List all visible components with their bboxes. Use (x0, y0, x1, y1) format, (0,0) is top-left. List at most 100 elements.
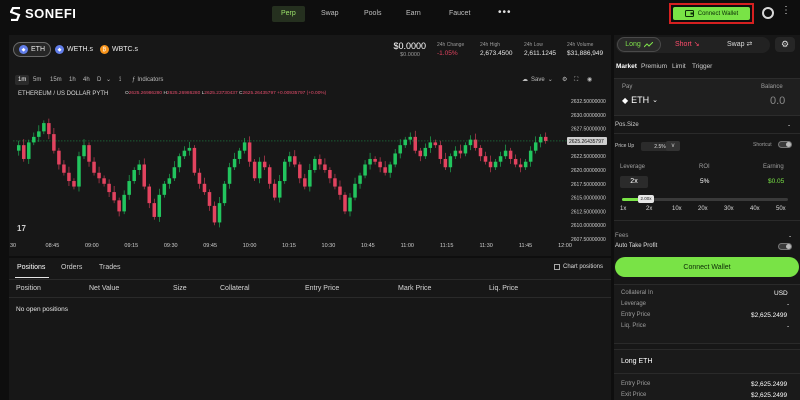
low-value: 2,611.1245 (524, 50, 557, 57)
candle-body (112, 192, 116, 201)
x-tick-label: 11:30 (479, 243, 492, 249)
order-type-market[interactable]: Market (616, 63, 637, 70)
candle-body (202, 183, 207, 193)
more-menu-icon[interactable]: ⋮ (781, 5, 791, 16)
asset-tab-eth[interactable]: ◆ ETH (13, 42, 51, 57)
asset-label: WBTC.s (112, 46, 139, 53)
current-price-sub: $0.0000 (400, 52, 420, 58)
slider-tick[interactable]: 1x (620, 206, 626, 212)
slider-tick[interactable]: 10x (672, 206, 682, 212)
x-tick-label: 11:00 (401, 243, 414, 249)
candle-body (187, 147, 192, 151)
candle-body (528, 150, 533, 162)
candle-body (513, 158, 518, 165)
trade-settings-button[interactable]: ⚙ (775, 37, 795, 52)
tradingview-logo-icon: 17 (17, 224, 26, 233)
theme-toggle-icon[interactable] (762, 7, 774, 19)
collateral-in-value[interactable]: USD (774, 290, 788, 297)
x-tick-label: 09:00 (85, 243, 99, 249)
auto-tp-toggle[interactable] (778, 243, 792, 250)
candle-body (403, 139, 407, 146)
candle-body (172, 167, 177, 179)
candle-body (72, 181, 76, 187)
mode-short-label: Short (675, 41, 692, 48)
tab-trades[interactable]: Trades (99, 264, 121, 274)
candle-body (237, 150, 242, 159)
candle-body (478, 147, 483, 157)
nav-more-button[interactable]: ••• (498, 7, 512, 18)
wbtc-icon: ₿ (100, 45, 109, 54)
order-type-limit[interactable]: Limit (672, 63, 686, 70)
info-leverage-value: - (787, 301, 790, 308)
earning-label: Earning (763, 164, 784, 170)
slider-tick[interactable]: 20x (698, 206, 708, 212)
token-selector[interactable]: ◆ ETH ⌄ (622, 95, 658, 105)
candle-body (378, 161, 382, 168)
price-up-value: 2.5% (654, 143, 666, 150)
order-type-premium[interactable]: Premium (641, 63, 667, 70)
long-exit-label: Exit Price (621, 392, 647, 398)
mode-short-button[interactable]: Short ↘ (675, 40, 700, 48)
pay-amount-input[interactable]: 0.0 (770, 95, 785, 107)
current-price-label: 2625.26435797 (569, 139, 604, 145)
candle-body (518, 164, 523, 168)
nav-tab-pools[interactable]: Pools (355, 6, 391, 22)
candle-body (523, 161, 528, 168)
candle-body (77, 156, 81, 187)
chart-positions-checkbox[interactable]: Chart positions (554, 264, 603, 270)
divider (614, 220, 800, 221)
candle-body (262, 161, 267, 168)
nav-tab-faucet[interactable]: Faucet (440, 6, 479, 22)
candle-body (37, 131, 41, 137)
candle-body (388, 164, 392, 173)
leverage-value-box[interactable]: 2x (620, 176, 648, 188)
candle-body (207, 192, 212, 206)
high-value: 2,673.4500 (480, 50, 513, 57)
price-chart[interactable]: 2632.50000000 2630.00000000 2627.50000000 2… (9, 84, 611, 254)
tab-orders[interactable]: Orders (61, 264, 82, 274)
candle-body (32, 136, 36, 143)
nav-tab-perp[interactable]: Perp (272, 6, 305, 22)
info-entry-value: $2,625.2499 (751, 312, 788, 319)
asset-tab-wbtc[interactable]: ₿ WBTC.s (95, 42, 143, 57)
gear-icon: ⚙ (780, 39, 790, 49)
price-up-dropdown-icon[interactable]: v (666, 141, 680, 151)
connect-wallet-main-button[interactable]: Connect Wallet (615, 257, 799, 277)
slider-tick[interactable]: 2x (646, 206, 652, 212)
long-title: Long ETH (621, 358, 653, 365)
candle-body (87, 145, 91, 162)
asset-label: ETH (31, 46, 45, 53)
tab-positions[interactable]: Positions (17, 264, 45, 274)
app-logo[interactable]: SONEFI (10, 6, 76, 21)
y-tick-label: 2617.50000000 (571, 182, 606, 188)
order-type-trigger[interactable]: Trigger (692, 63, 712, 70)
candle-body (212, 205, 217, 223)
divider (9, 279, 611, 280)
slider-tick[interactable]: 40x (750, 206, 760, 212)
asset-tab-weth[interactable]: ◆ WETH.s (50, 42, 98, 57)
mode-swap-label: Swap (727, 41, 745, 48)
mode-long-button[interactable]: Long (617, 37, 661, 52)
connect-wallet-button[interactable]: Connect Wallet (673, 7, 750, 20)
change-value: -1.05% (437, 50, 458, 57)
candle-body (543, 136, 548, 141)
candle-body (127, 181, 131, 195)
checkbox-box (554, 264, 560, 270)
mode-swap-button[interactable]: Swap ⇄ (727, 40, 752, 48)
nav-tab-earn[interactable]: Earn (397, 6, 430, 22)
candle-body (132, 170, 136, 182)
y-tick-label: 2627.50000000 (571, 127, 606, 133)
long-entry-value: $2,625.2499 (751, 381, 788, 388)
y-tick-label: 2610.00000000 (571, 223, 606, 229)
slider-tick[interactable]: 50x (776, 206, 786, 212)
col-mark-price: Mark Price (398, 285, 432, 292)
leverage-slider-handle[interactable]: 2.00x (638, 195, 654, 203)
slider-tick[interactable]: 30x (724, 206, 734, 212)
trend-up-icon (643, 41, 653, 47)
connect-wallet-highlight: Connect Wallet (669, 3, 754, 24)
shortcut-toggle[interactable] (778, 141, 792, 148)
y-tick-label: 2615.00000000 (571, 196, 606, 202)
nav-tab-swap[interactable]: Swap (312, 6, 348, 22)
candle-body (293, 156, 297, 165)
col-net-value: Net Value (89, 285, 120, 292)
